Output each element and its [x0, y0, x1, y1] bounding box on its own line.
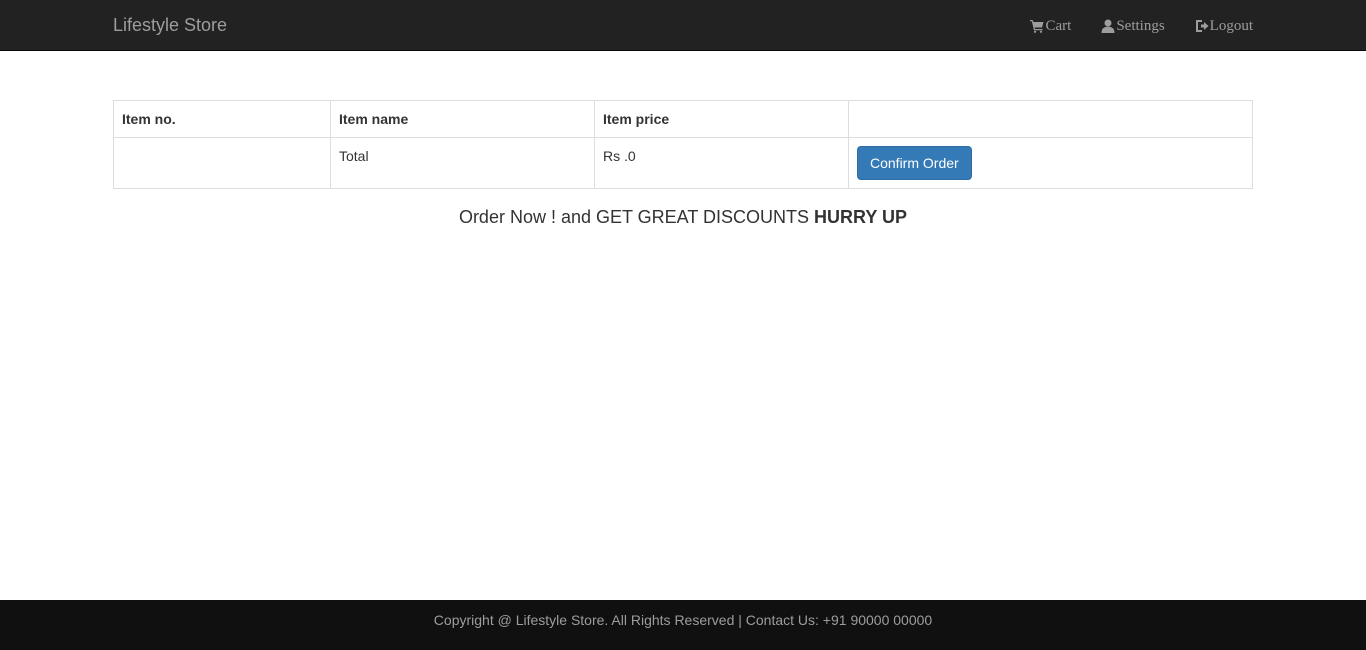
nav-cart-label: Cart — [1045, 18, 1072, 34]
nav-links: Cart Settings Logout — [1000, 16, 1253, 36]
cell-item-name: Total — [330, 137, 595, 189]
footer-text: Copyright @ Lifestyle Store. All Rights … — [433, 612, 933, 628]
cart-container: Item no. Item name Item price Total Rs .… — [113, 100, 1253, 189]
nav-logout-link[interactable]: Logout — [1195, 16, 1253, 36]
shopping-cart-icon — [1030, 20, 1044, 33]
cell-item-price: Rs .0 — [594, 137, 849, 189]
confirm-order-button[interactable]: Confirm Order — [857, 146, 972, 180]
footer: Copyright @ Lifestyle Store. All Rights … — [0, 600, 1366, 650]
header-item-no: Item no. — [113, 100, 331, 138]
cell-action: Confirm Order — [848, 137, 1253, 189]
nav-cart-link[interactable]: Cart — [1030, 16, 1071, 36]
navbar: Lifestyle Store Cart Settings Logout — [0, 0, 1366, 51]
header-action — [848, 100, 1253, 138]
nav-settings-label: Settings — [1116, 18, 1165, 34]
brand-link[interactable]: Lifestyle Store — [113, 14, 227, 36]
logout-icon — [1195, 20, 1209, 32]
cell-item-no — [113, 137, 331, 189]
table-header-row: Item no. Item name Item price — [113, 100, 1253, 138]
nav-logout-label: Logout — [1209, 18, 1253, 34]
promo-message: Order Now ! and GET GREAT DISCOUNTS — [458, 207, 810, 227]
promo-text: Order Now ! and GET GREAT DISCOUNTS HURR… — [0, 206, 1366, 228]
promo-emphasis: HURRY UP — [814, 207, 908, 227]
cart-table: Item no. Item name Item price Total Rs .… — [113, 100, 1253, 189]
header-item-name: Item name — [330, 100, 595, 138]
nav-settings-link[interactable]: Settings — [1101, 16, 1165, 36]
header-item-price: Item price — [594, 100, 849, 138]
table-row: Total Rs .0 Confirm Order — [113, 137, 1253, 189]
user-icon — [1101, 19, 1115, 33]
